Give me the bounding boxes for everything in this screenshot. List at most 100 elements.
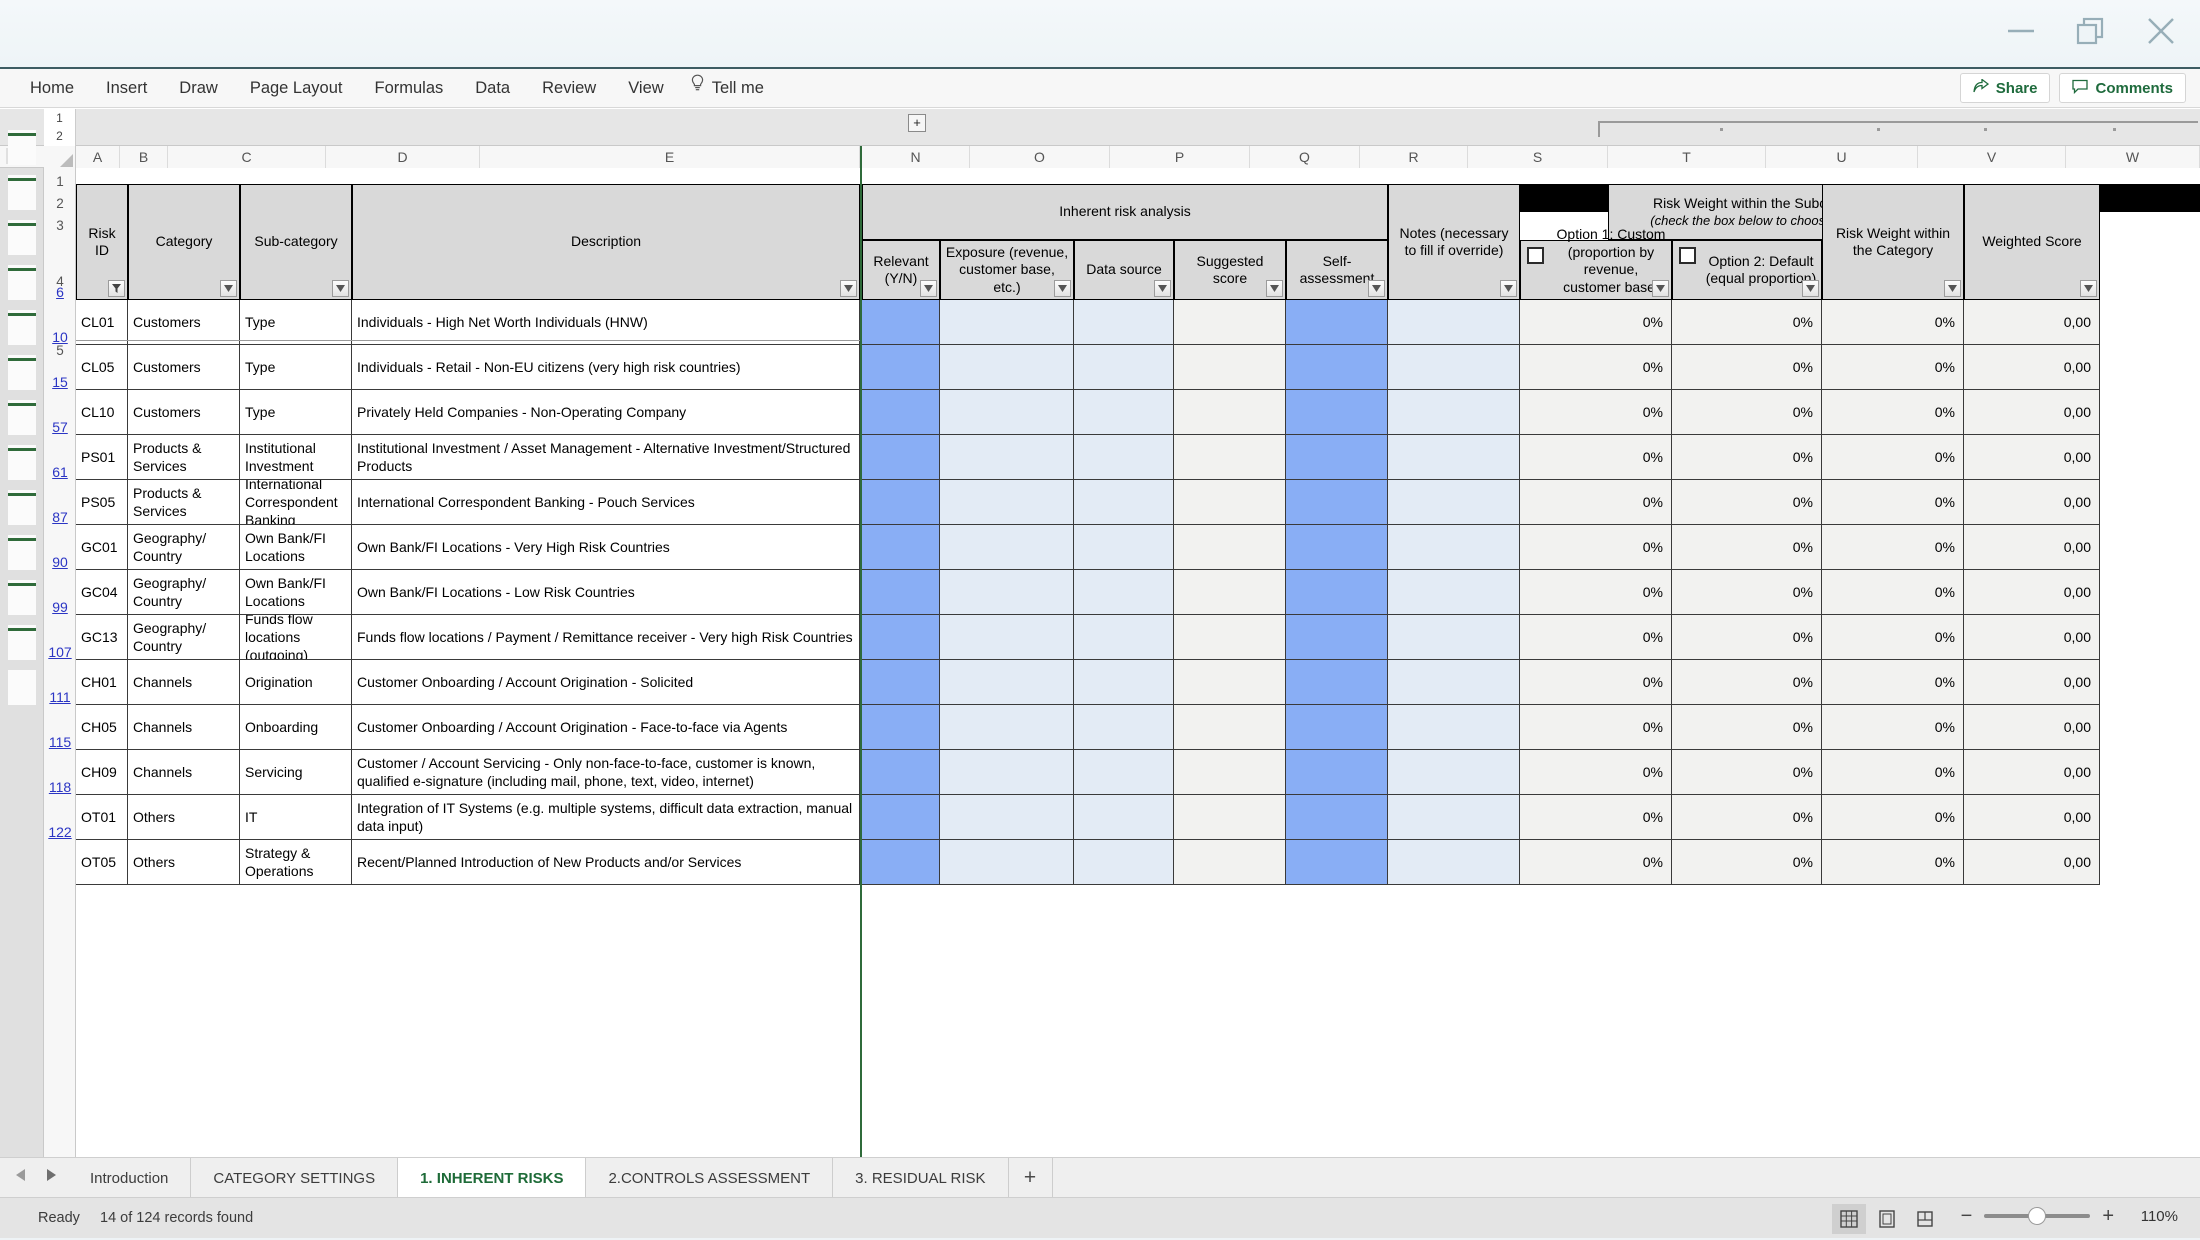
row-number-87[interactable]: 87 bbox=[44, 509, 76, 525]
cell-weight_cat[interactable]: 0% bbox=[1822, 840, 1964, 885]
cell-option2[interactable]: 0% bbox=[1672, 795, 1822, 840]
add-sheet-button[interactable]: + bbox=[1009, 1158, 1053, 1198]
column-header-E[interactable]: E bbox=[480, 146, 860, 168]
cell-description[interactable]: Recent/Planned Introduction of New Produ… bbox=[352, 840, 860, 885]
cell-description[interactable]: International Correspondent Banking - Po… bbox=[352, 480, 860, 525]
cell-sub_category[interactable]: Servicing bbox=[240, 750, 352, 795]
column-group-expand-button[interactable]: + bbox=[908, 114, 926, 132]
cell-option1[interactable]: 0% bbox=[1520, 750, 1672, 795]
outline-collapse-tick[interactable] bbox=[8, 628, 36, 631]
cell-weight_cat[interactable]: 0% bbox=[1822, 345, 1964, 390]
outline-collapse-tick[interactable] bbox=[8, 133, 36, 136]
cell-description[interactable]: Privately Held Companies - Non-Operating… bbox=[352, 390, 860, 435]
cell-option1[interactable]: 0% bbox=[1520, 795, 1672, 840]
cell-suggested[interactable] bbox=[1174, 390, 1286, 435]
cell-suggested[interactable] bbox=[1174, 750, 1286, 795]
cell-weight_cat[interactable]: 0% bbox=[1822, 705, 1964, 750]
cell-weight_cat[interactable]: 0% bbox=[1822, 615, 1964, 660]
filter-button-self-assessment[interactable] bbox=[1368, 280, 1385, 297]
row-number-118[interactable]: 118 bbox=[44, 779, 76, 795]
filter-button-suggested-score[interactable] bbox=[1266, 280, 1283, 297]
outline-collapse-tick[interactable] bbox=[8, 313, 36, 316]
cell-exposure[interactable] bbox=[940, 435, 1074, 480]
ribbon-tab-view[interactable]: View bbox=[612, 69, 679, 108]
cell-option1[interactable]: 0% bbox=[1520, 525, 1672, 570]
cell-relevant[interactable] bbox=[862, 705, 940, 750]
filter-button-description[interactable] bbox=[840, 280, 857, 297]
sheet-tab-controls-assessment[interactable]: 2.CONTROLS ASSESSMENT bbox=[586, 1158, 834, 1198]
share-button[interactable]: Share bbox=[1959, 73, 2051, 103]
cell-relevant[interactable] bbox=[862, 525, 940, 570]
cell-suggested[interactable] bbox=[1174, 705, 1286, 750]
ribbon-tab-draw[interactable]: Draw bbox=[163, 69, 234, 108]
cell-self_assessment[interactable] bbox=[1286, 345, 1388, 390]
cell-category[interactable]: Products & Services bbox=[128, 435, 240, 480]
cell-data_source[interactable] bbox=[1074, 750, 1174, 795]
spreadsheet-grid[interactable]: Inherent Risks Assessment Inherent risk … bbox=[76, 168, 2200, 1157]
column-header-P[interactable]: P bbox=[1110, 146, 1250, 168]
filter-button-category[interactable] bbox=[220, 280, 237, 297]
cell-category[interactable]: Products & Services bbox=[128, 480, 240, 525]
cell-risk_id[interactable]: GC01 bbox=[76, 525, 128, 570]
cell-weight_cat[interactable]: 0% bbox=[1822, 750, 1964, 795]
cell-sub_category[interactable]: International Correspondent Banking bbox=[240, 480, 352, 525]
cell-risk_id[interactable]: CL01 bbox=[76, 300, 128, 345]
column-header-W[interactable]: W bbox=[2066, 146, 2200, 168]
cell-description[interactable]: Individuals - High Net Worth Individuals… bbox=[352, 300, 860, 345]
cell-option1[interactable]: 0% bbox=[1520, 480, 1672, 525]
ribbon-tab-insert[interactable]: Insert bbox=[90, 69, 163, 108]
cell-relevant[interactable] bbox=[862, 300, 940, 345]
table-row[interactable]: PS05 Products & Services International Cor… bbox=[76, 480, 2200, 525]
cell-suggested[interactable] bbox=[1174, 480, 1286, 525]
minimize-icon[interactable] bbox=[2004, 14, 2038, 48]
cell-description[interactable]: Institutional Investment / Asset Managem… bbox=[352, 435, 860, 480]
column-header-S[interactable]: S bbox=[1468, 146, 1608, 168]
cell-data_source[interactable] bbox=[1074, 615, 1174, 660]
cell-description[interactable]: Funds flow locations / Payment / Remitta… bbox=[352, 615, 860, 660]
cell-suggested[interactable] bbox=[1174, 345, 1286, 390]
cell-data_source[interactable] bbox=[1074, 795, 1174, 840]
cell-exposure[interactable] bbox=[940, 660, 1074, 705]
ribbon-tab-review[interactable]: Review bbox=[526, 69, 612, 108]
filter-button-risk-weight-category[interactable] bbox=[1944, 280, 1961, 297]
table-row[interactable]: GC01 Geography/ Country Own Bank/FI Locati… bbox=[76, 525, 2200, 570]
outline-collapse-tick[interactable] bbox=[8, 448, 36, 451]
cell-suggested[interactable] bbox=[1174, 615, 1286, 660]
cell-risk_id[interactable]: PS01 bbox=[76, 435, 128, 480]
cell-data_source[interactable] bbox=[1074, 840, 1174, 885]
cell-data_source[interactable] bbox=[1074, 345, 1174, 390]
cell-risk_id[interactable]: CH09 bbox=[76, 750, 128, 795]
column-header-N[interactable]: N bbox=[862, 146, 970, 168]
cell-relevant[interactable] bbox=[862, 435, 940, 480]
cell-sub_category[interactable]: Own Bank/FI Locations bbox=[240, 570, 352, 615]
cell-suggested[interactable] bbox=[1174, 840, 1286, 885]
cell-self_assessment[interactable] bbox=[1286, 750, 1388, 795]
table-row[interactable]: CH05 Channels Onboarding Customer Onboardin… bbox=[76, 705, 2200, 750]
cell-option2[interactable]: 0% bbox=[1672, 570, 1822, 615]
row-number-1[interactable]: 1 bbox=[44, 174, 76, 189]
outline-level-1[interactable]: 1 bbox=[44, 109, 75, 127]
cell-weighted_score[interactable]: 0,00 bbox=[1964, 615, 2100, 660]
cell-notes[interactable] bbox=[1388, 300, 1520, 345]
table-row[interactable]: GC04 Geography/ Country Own Bank/FI Locati… bbox=[76, 570, 2200, 615]
cell-notes[interactable] bbox=[1388, 705, 1520, 750]
cell-self_assessment[interactable] bbox=[1286, 570, 1388, 615]
row-number-15[interactable]: 15 bbox=[44, 374, 76, 390]
page-break-view-icon[interactable] bbox=[1908, 1204, 1942, 1234]
prev-sheet-icon[interactable] bbox=[14, 1167, 28, 1188]
cell-exposure[interactable] bbox=[940, 480, 1074, 525]
cell-notes[interactable] bbox=[1388, 345, 1520, 390]
cell-category[interactable]: Channels bbox=[128, 705, 240, 750]
cell-weighted_score[interactable]: 0,00 bbox=[1964, 795, 2100, 840]
row-number-5[interactable]: 5 bbox=[44, 343, 76, 358]
cell-suggested[interactable] bbox=[1174, 300, 1286, 345]
outline-collapse-tick[interactable] bbox=[8, 358, 36, 361]
page-layout-view-icon[interactable] bbox=[1870, 1204, 1904, 1234]
outline-collapse-tick[interactable] bbox=[8, 493, 36, 496]
cell-option2[interactable]: 0% bbox=[1672, 480, 1822, 525]
cell-category[interactable]: Geography/ Country bbox=[128, 615, 240, 660]
cell-weight_cat[interactable]: 0% bbox=[1822, 525, 1964, 570]
outline-level-2[interactable]: 2 bbox=[44, 127, 75, 145]
cell-notes[interactable] bbox=[1388, 795, 1520, 840]
cell-option1[interactable]: 0% bbox=[1520, 345, 1672, 390]
